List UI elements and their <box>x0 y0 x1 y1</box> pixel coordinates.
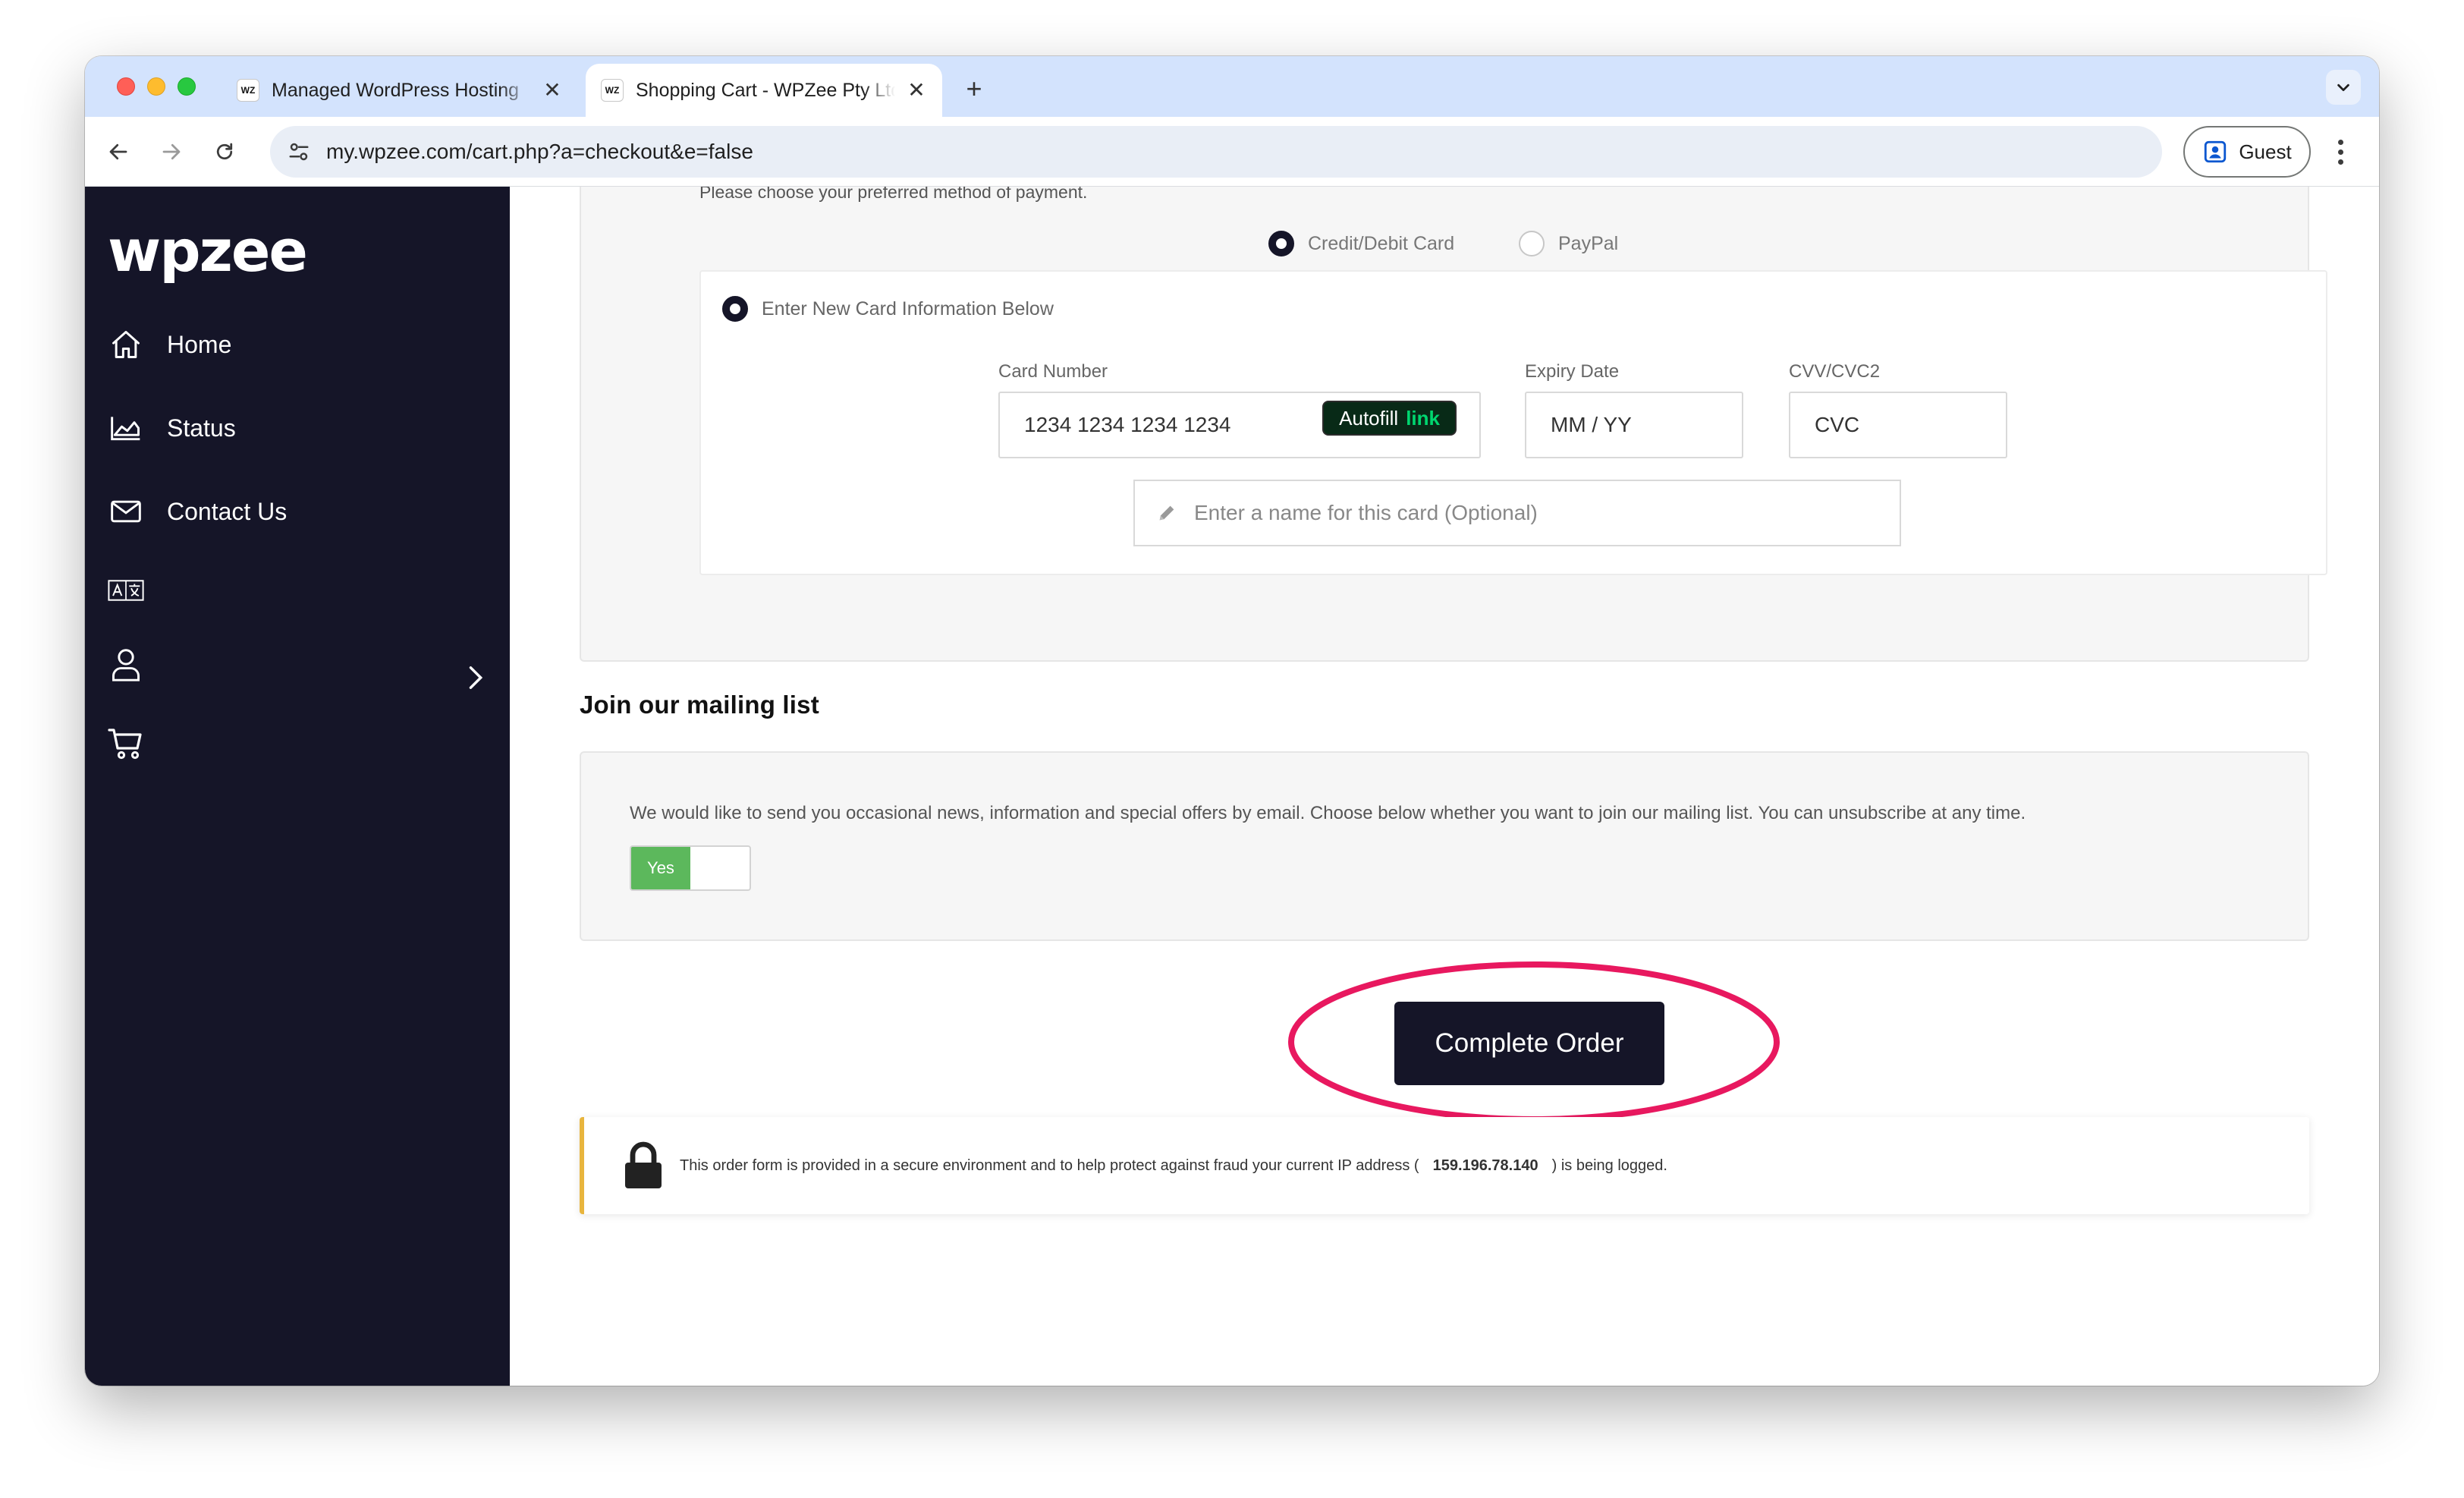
tab-title: Managed WordPress Hosting <box>272 79 520 101</box>
arrow-left-icon <box>109 143 127 160</box>
wpzee-favicon-icon: WZ <box>237 79 259 102</box>
close-tab-icon[interactable]: ✕ <box>542 80 563 101</box>
cvv-placeholder: CVC <box>1815 413 1860 436</box>
secure-notice-suffix: ) is being logged. <box>1551 1157 1667 1174</box>
close-window-button[interactable] <box>117 77 135 96</box>
expiry-date-label: Expiry Date <box>1525 361 1620 382</box>
mailing-list-text: We would like to send you occasional new… <box>630 803 2026 823</box>
card-name-input[interactable]: Enter a name for this card (Optional) <box>1133 480 1901 546</box>
browser-toolbar: my.wpzee.com/cart.php?a=checkout&e=false… <box>85 117 2379 187</box>
sidebar-item-label: Status <box>167 414 236 442</box>
sidebar-item-label: Home <box>167 330 232 358</box>
card-name-placeholder: Enter a name for this card (Optional) <box>1194 501 1538 524</box>
card-number-input[interactable]: 1234 1234 1234 1234 Autofill link <box>998 392 1481 458</box>
new-tab-button[interactable]: + <box>959 73 989 105</box>
link-logo: link <box>1406 406 1440 430</box>
tab-title: Shopping Cart - WPZee Pty Ltd <box>636 79 895 101</box>
sidebar-item-account[interactable] <box>108 647 167 683</box>
url-text: my.wpzee.com/cart.php?a=checkout&e=false <box>326 140 753 163</box>
mailing-list-section: We would like to send you occasional new… <box>580 751 2309 941</box>
envelope-icon <box>108 493 144 530</box>
payment-instruction: Please choose your preferred method of p… <box>699 187 1088 202</box>
profile-label: Guest <box>2239 140 2292 163</box>
mailing-list-toggle[interactable]: Yes <box>630 845 751 891</box>
mailing-list-heading: Join our mailing list <box>580 691 819 719</box>
tab-strip: WZ Managed WordPress Hosting ✕ WZ Shoppi… <box>85 56 2379 117</box>
chevron-down-icon <box>2337 83 2349 92</box>
cvv-label: CVV/CVC2 <box>1789 361 1881 382</box>
address-bar[interactable]: my.wpzee.com/cart.php?a=checkout&e=false <box>270 126 2162 178</box>
tab-managed-wordpress[interactable]: WZ Managed WordPress Hosting ✕ <box>222 64 578 117</box>
chevron-right-icon[interactable] <box>467 665 486 694</box>
wpzee-logo[interactable]: wpzee <box>108 217 308 285</box>
sidebar-item-cart[interactable] <box>108 725 167 762</box>
ip-address: 159.196.78.140 <box>1432 1157 1538 1174</box>
sidebar-item-home[interactable]: Home <box>108 326 231 363</box>
screenshot-stage: WZ Managed WordPress Hosting ✕ WZ Shoppi… <box>0 0 2464 1498</box>
sidebar-item-language[interactable] <box>108 572 167 609</box>
close-tab-icon[interactable]: ✕ <box>906 80 927 101</box>
secure-notice-prefix: This order form is provided in a secure … <box>680 1157 1419 1174</box>
toggle-yes: Yes <box>631 847 690 889</box>
chart-icon <box>108 410 144 446</box>
home-icon <box>108 326 144 363</box>
minimize-window-button[interactable] <box>147 77 165 96</box>
new-card-option[interactable]: Enter New Card Information Below <box>722 296 1054 322</box>
payment-option-paypal[interactable]: PayPal <box>1519 231 1618 256</box>
new-card-label: Enter New Card Information Below <box>762 297 1054 319</box>
browser-window: WZ Managed WordPress Hosting ✕ WZ Shoppi… <box>85 56 2379 1386</box>
main-content: Please choose your preferred method of p… <box>510 187 2379 1386</box>
card-number-label: Card Number <box>998 361 1108 382</box>
radio-selected[interactable] <box>722 296 748 322</box>
lock-icon <box>622 1141 665 1190</box>
reload-icon <box>216 143 233 160</box>
card-number-placeholder: 1234 1234 1234 1234 <box>1024 413 1231 436</box>
web-page: wpzee Home Status Contact Us Please choo… <box>85 187 2379 1386</box>
profile-icon <box>2205 140 2227 163</box>
pencil-icon <box>1156 502 1177 524</box>
secure-notice-text: This order form is provided in a secure … <box>680 1157 1667 1175</box>
forward-button[interactable] <box>155 135 188 168</box>
tab-search-button[interactable] <box>2326 70 2361 105</box>
payment-method-section: Please choose your preferred method of p… <box>580 187 2327 662</box>
tab-shopping-cart[interactable]: WZ Shopping Cart - WPZee Pty Ltd ✕ <box>586 64 942 117</box>
payment-option-label: Credit/Debit Card <box>1308 232 1455 254</box>
arrow-right-icon <box>162 143 181 160</box>
autofill-label: Autofill <box>1339 406 1399 430</box>
radio-selected[interactable] <box>1268 231 1294 256</box>
radio-unselected[interactable] <box>1519 231 1545 256</box>
user-icon <box>108 647 144 683</box>
cart-icon <box>108 725 144 762</box>
maximize-window-button[interactable] <box>178 77 196 96</box>
expiry-placeholder: MM / YY <box>1551 413 1632 436</box>
sidebar-item-label: Contact Us <box>167 497 288 525</box>
autofill-link-button[interactable]: Autofill link <box>1322 401 1457 436</box>
profile-button[interactable]: Guest <box>2183 126 2311 178</box>
secure-notice: This order form is provided in a secure … <box>580 1117 2309 1214</box>
cvv-input[interactable]: CVC <box>1789 392 2007 458</box>
sidebar-item-contact[interactable]: Contact Us <box>108 493 287 530</box>
back-button[interactable] <box>102 135 135 168</box>
complete-order-button[interactable]: Complete Order <box>1394 1002 1664 1085</box>
wpzee-favicon-icon: WZ <box>601 79 624 102</box>
reload-button[interactable] <box>208 135 241 168</box>
sidebar-item-status[interactable]: Status <box>108 410 236 446</box>
expiry-date-input[interactable]: MM / YY <box>1525 392 1743 458</box>
payment-option-label: PayPal <box>1558 232 1619 254</box>
site-settings-icon[interactable] <box>285 138 313 165</box>
payment-option-card[interactable]: Credit/Debit Card <box>1268 231 1454 256</box>
browser-menu-button[interactable] <box>2329 134 2352 170</box>
translate-icon <box>108 572 144 609</box>
card-info-panel: Enter New Card Information Below Card Nu… <box>699 270 2327 575</box>
sidebar: wpzee Home Status Contact Us <box>85 187 510 1386</box>
